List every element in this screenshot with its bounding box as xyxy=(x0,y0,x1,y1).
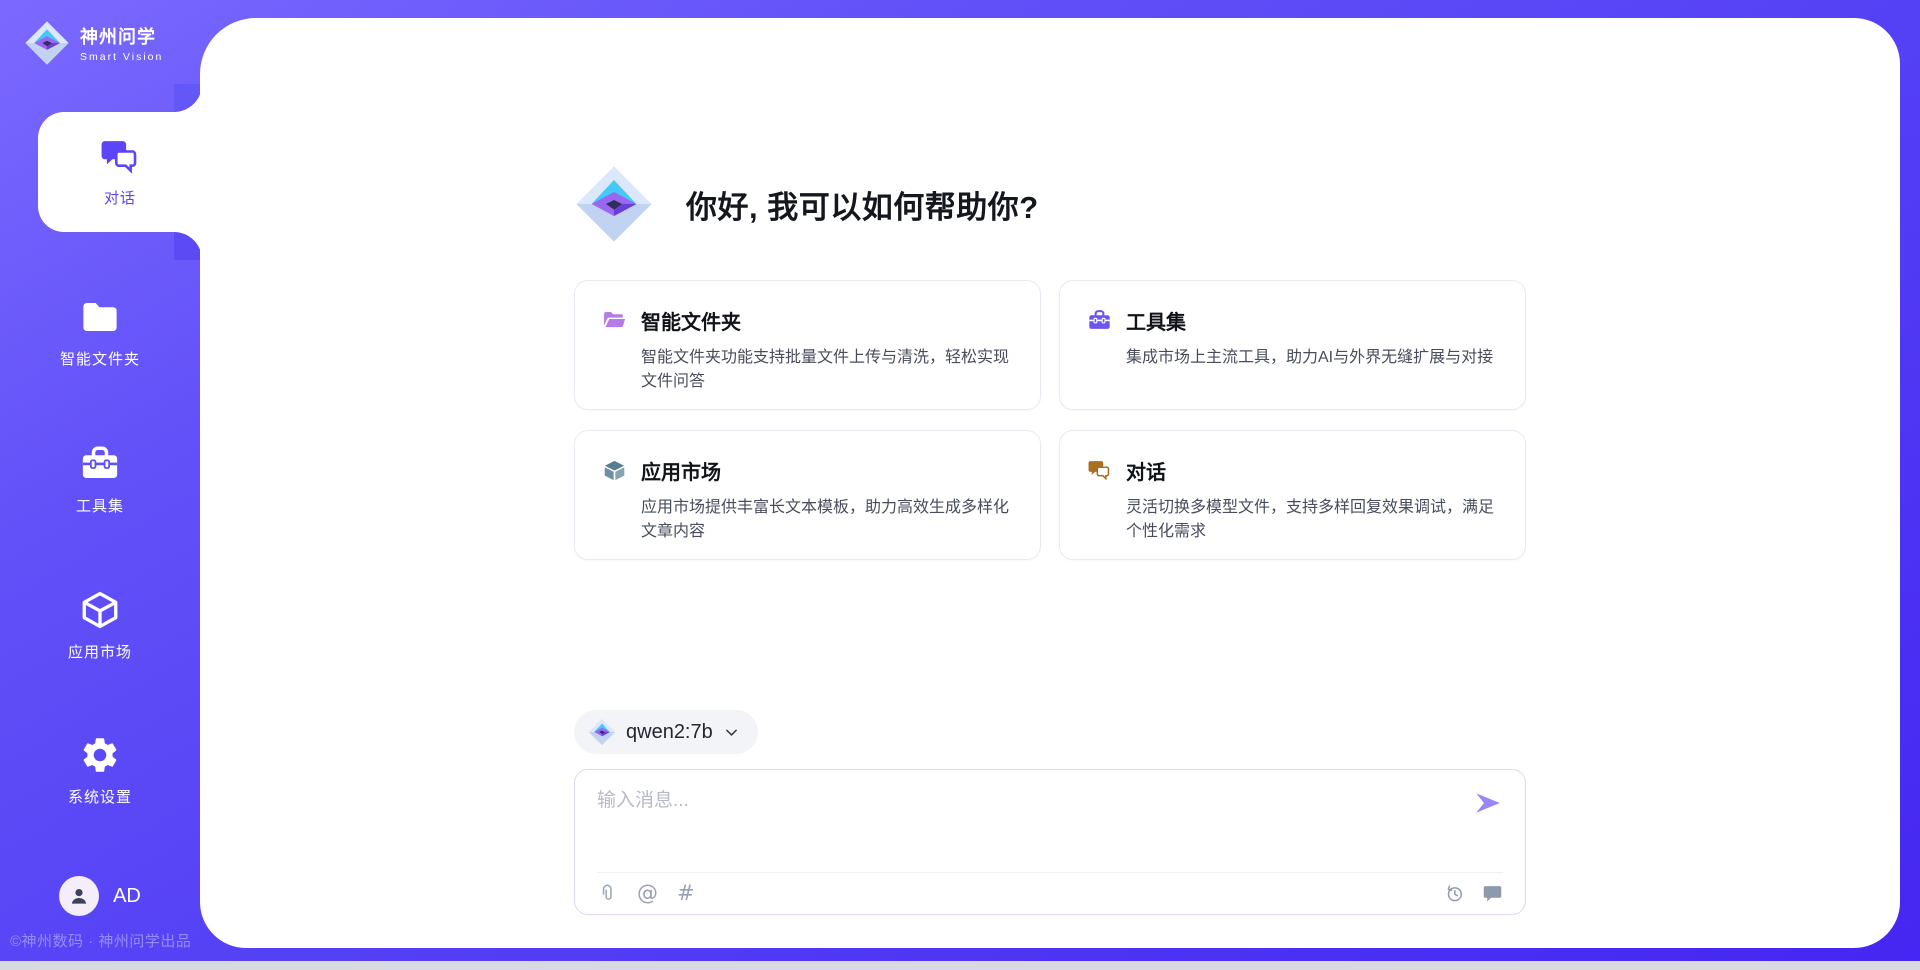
paperclip-icon xyxy=(597,883,618,904)
greeting-diamond-logo-icon xyxy=(574,164,654,244)
chat-bubble-solid-icon xyxy=(1482,883,1503,904)
model-name: qwen2:7b xyxy=(626,721,713,744)
sidebar: 神州问学 Smart Vision 对话 智能文件夹 工具集 应用市场 系统设置… xyxy=(0,0,200,961)
sidebar-item-app-market[interactable]: 应用市场 xyxy=(0,589,200,662)
avatar xyxy=(59,876,99,916)
brand-diamond-logo-icon xyxy=(24,20,70,66)
hashtag-button[interactable]: # xyxy=(677,883,695,904)
feature-cards: 智能文件夹 智能文件夹功能支持批量文件上传与清洗，轻松实现文件问答 工具集 集成… xyxy=(574,280,1526,560)
active-tab-scoop-top xyxy=(174,84,202,112)
history-clock-icon xyxy=(1444,883,1465,904)
sidebar-item-toolset[interactable]: 工具集 xyxy=(0,443,200,516)
chevron-down-icon xyxy=(723,724,740,741)
sidebar-item-label: 对话 xyxy=(104,187,136,208)
card-description: 灵活切换多模型文件，支持多样回复效果调试，满足个性化需求 xyxy=(1126,496,1498,544)
folder-icon xyxy=(79,296,121,338)
send-button[interactable] xyxy=(1473,788,1503,818)
greeting: 你好, 我可以如何帮助你? xyxy=(574,164,1526,244)
sidebar-item-label: 工具集 xyxy=(76,495,124,516)
greeting-text: 你好, 我可以如何帮助你? xyxy=(686,182,1039,227)
main-panel: 你好, 我可以如何帮助你? 智能文件夹 智能文件夹功能支持批量文件上传与清洗，轻… xyxy=(200,18,1900,948)
message-composer: @ # xyxy=(574,769,1526,915)
gear-icon xyxy=(79,734,121,776)
cube-icon xyxy=(602,458,627,483)
model-selector[interactable]: qwen2:7b xyxy=(574,710,758,754)
new-chat-button[interactable] xyxy=(1482,883,1503,904)
card-app-market[interactable]: 应用市场 应用市场提供丰富长文本模板，助力高效生成多样化文章内容 xyxy=(574,430,1041,560)
attach-file-button[interactable] xyxy=(597,883,618,904)
chat-bubbles-icon xyxy=(99,136,141,178)
card-description: 智能文件夹功能支持批量文件上传与清洗，轻松实现文件问答 xyxy=(641,346,1013,394)
user-name: AD xyxy=(113,885,141,908)
sidebar-item-settings[interactable]: 系统设置 xyxy=(0,734,200,807)
card-chat[interactable]: 对话 灵活切换多模型文件，支持多样回复效果调试，满足个性化需求 xyxy=(1059,430,1526,560)
sidebar-item-label: 系统设置 xyxy=(68,786,132,807)
card-title: 应用市场 xyxy=(641,456,721,485)
active-tab-scoop-bottom xyxy=(174,232,202,260)
brand-subtitle: Smart Vision xyxy=(80,51,163,63)
brand-name: 神州问学 xyxy=(80,23,163,49)
card-description: 集成市场上主流工具，助力AI与外界无缝扩展与对接 xyxy=(1126,346,1498,370)
folder-open-icon xyxy=(602,308,627,333)
card-title: 工具集 xyxy=(1126,306,1186,335)
sidebar-item-label: 应用市场 xyxy=(68,641,132,662)
model-diamond-logo-icon xyxy=(588,718,616,746)
chat-bubbles-icon xyxy=(1087,458,1112,483)
sidebar-item-label: 智能文件夹 xyxy=(60,348,140,369)
brand: 神州问学 Smart Vision xyxy=(24,20,163,66)
sidebar-item-smart-folder[interactable]: 智能文件夹 xyxy=(0,296,200,369)
card-title: 对话 xyxy=(1126,456,1166,485)
toolbox-icon xyxy=(79,443,121,485)
card-smart-folder[interactable]: 智能文件夹 智能文件夹功能支持批量文件上传与清洗，轻松实现文件问答 xyxy=(574,280,1041,410)
cube-icon xyxy=(79,589,121,631)
message-input[interactable] xyxy=(597,786,1473,812)
history-button[interactable] xyxy=(1444,883,1465,904)
card-description: 应用市场提供丰富长文本模板，助力高效生成多样化文章内容 xyxy=(641,496,1013,544)
sidebar-item-chat[interactable]: 对话 xyxy=(38,112,202,232)
copyright-footer: ©神州数码 · 神州问学出品 xyxy=(10,930,200,951)
user-account[interactable]: AD xyxy=(0,876,200,916)
card-title: 智能文件夹 xyxy=(641,306,741,335)
toolbox-icon xyxy=(1087,308,1112,333)
mention-button[interactable]: @ xyxy=(637,883,658,904)
card-toolset[interactable]: 工具集 集成市场上主流工具，助力AI与外界无缝扩展与对接 xyxy=(1059,280,1526,410)
send-icon xyxy=(1473,788,1503,818)
person-icon xyxy=(67,884,91,908)
window-bottom-edge xyxy=(0,961,1920,970)
